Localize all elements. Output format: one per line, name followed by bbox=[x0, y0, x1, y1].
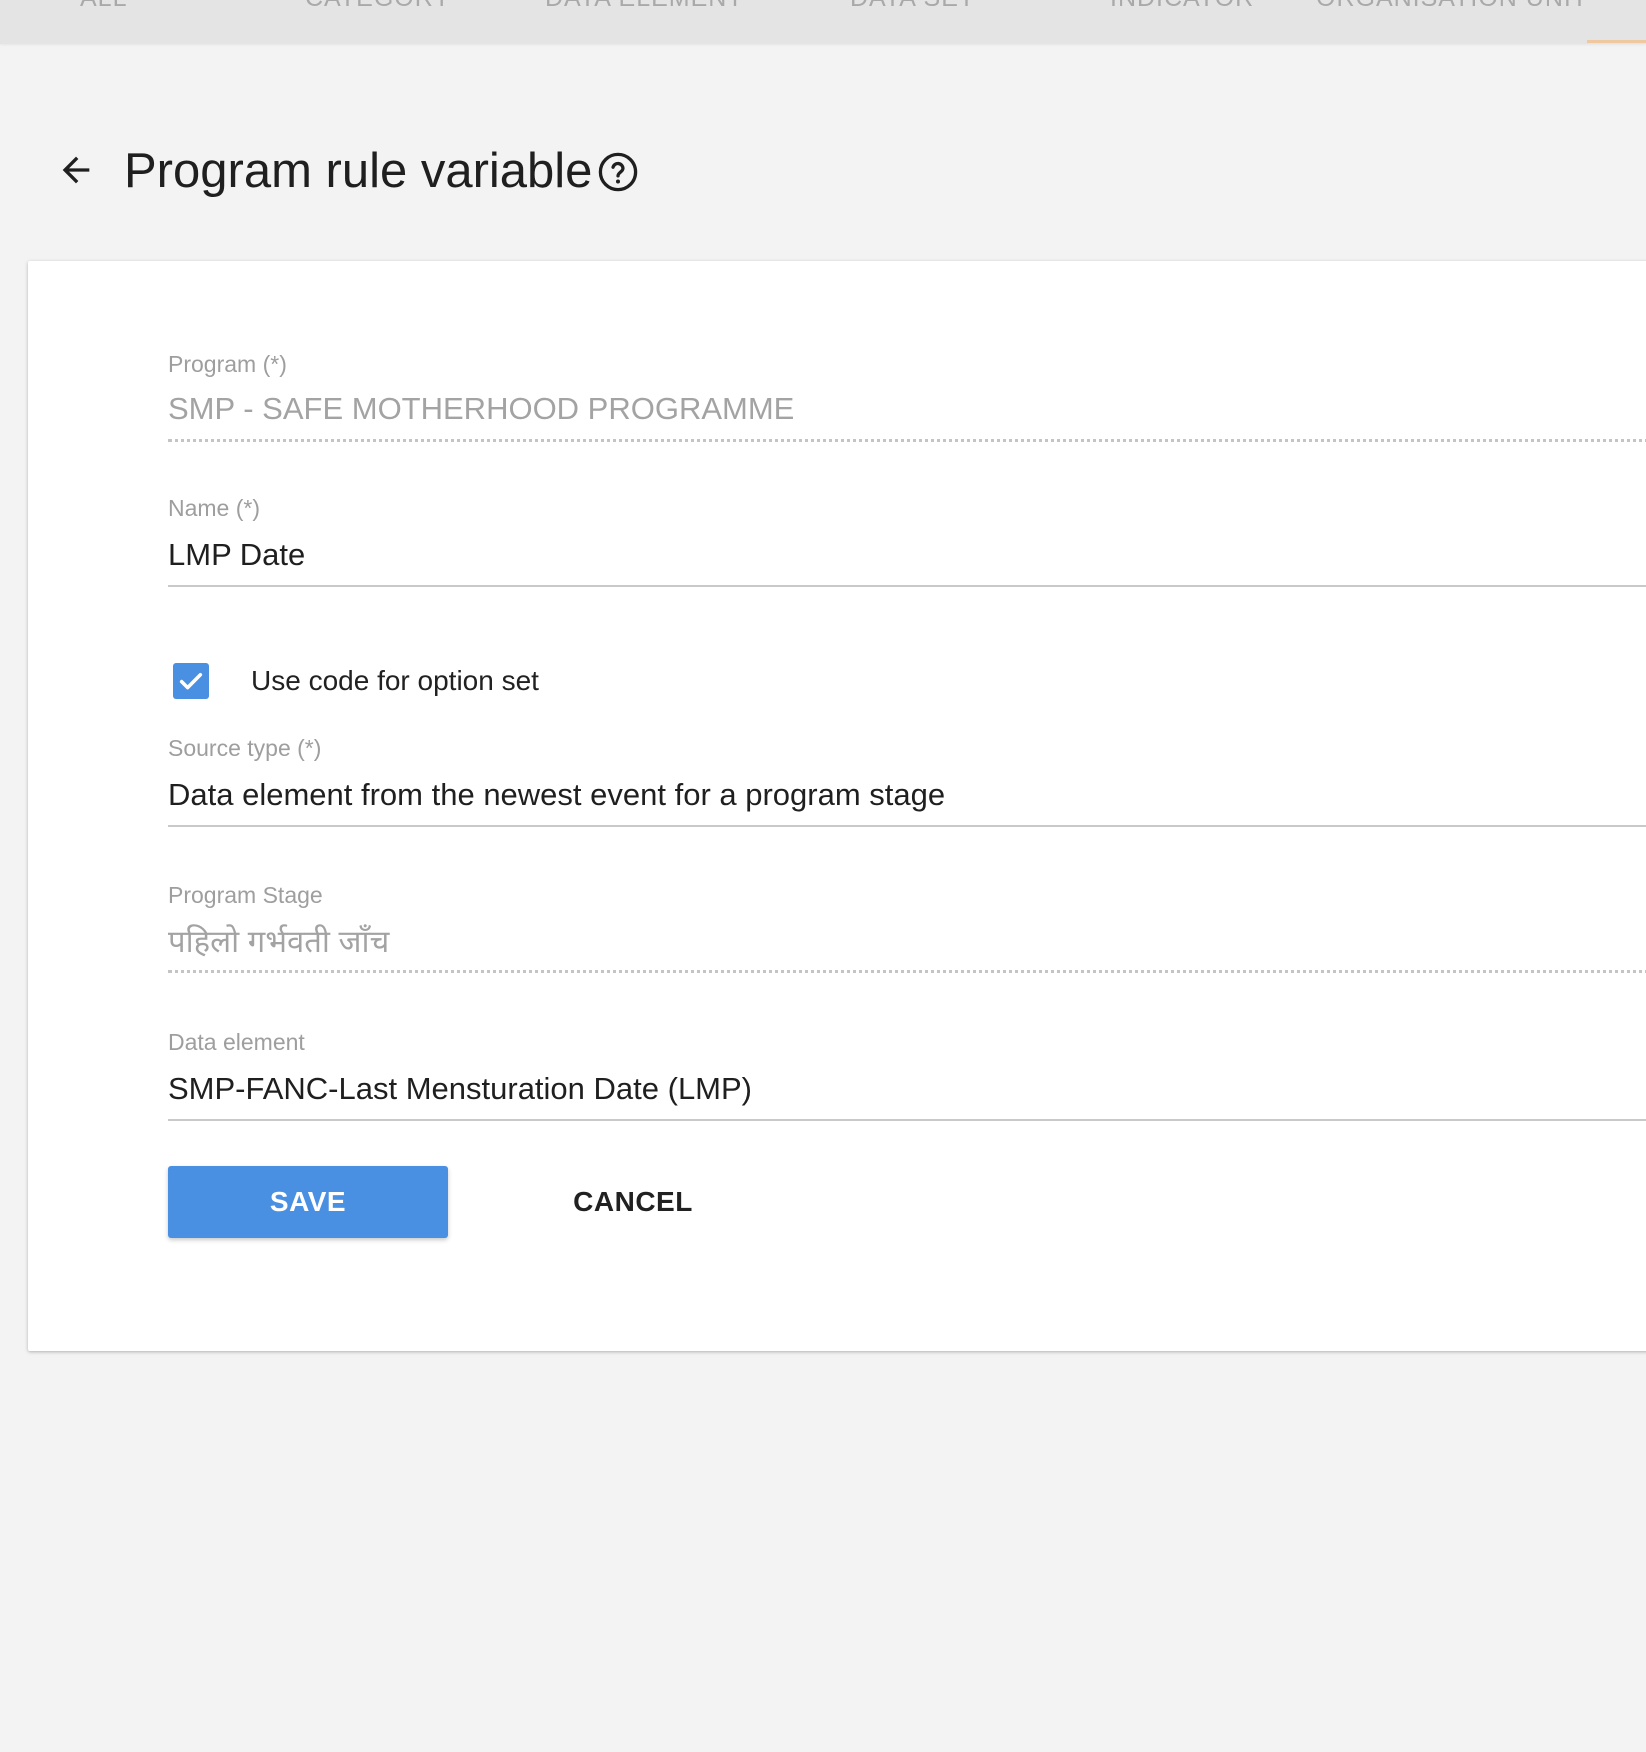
form-card: Program (*) SMP - SAFE MOTHERHOOD PROGRA… bbox=[28, 261, 1646, 1351]
checkbox-label: Use code for option set bbox=[251, 665, 539, 696]
name-label: Name (*) bbox=[168, 495, 261, 521]
source-type-underline bbox=[168, 825, 1646, 827]
program-stage-value: पहिलो गर्भवती जाँच bbox=[168, 924, 390, 959]
tab-data-element[interactable]: DATA ELEMENT bbox=[545, 0, 744, 13]
tab-data-set[interactable]: DATA SET bbox=[850, 0, 975, 13]
data-element-underline bbox=[168, 1119, 1646, 1121]
tab-organisation-unit[interactable]: ORGANISATION UNIT bbox=[1316, 0, 1588, 13]
source-type-label: Source type (*) bbox=[168, 735, 322, 761]
source-type-select[interactable]: Data element from the newest event for a… bbox=[168, 777, 945, 813]
program-value: SMP - SAFE MOTHERHOOD PROGRAMME bbox=[168, 391, 795, 426]
section-tab-bar: ALL CATEGORY DATA ELEMENT DATA SET INDIC… bbox=[0, 0, 1646, 44]
back-button[interactable] bbox=[52, 146, 100, 194]
cancel-button[interactable]: CANCEL bbox=[538, 1166, 728, 1238]
data-element-label: Data element bbox=[168, 1029, 305, 1055]
page-title: Program rule variable bbox=[124, 144, 593, 198]
program-label: Program (*) bbox=[168, 351, 287, 377]
check-icon bbox=[179, 673, 203, 690]
data-element-select[interactable]: SMP-FANC-Last Mensturation Date (LMP) bbox=[168, 1071, 752, 1107]
name-input[interactable]: LMP Date bbox=[168, 537, 305, 573]
tab-category[interactable]: CATEGORY bbox=[305, 0, 451, 13]
help-button[interactable] bbox=[594, 148, 642, 196]
program-stage-label: Program Stage bbox=[168, 882, 323, 908]
tab-all[interactable]: ALL bbox=[80, 0, 127, 13]
arrow-left-icon bbox=[62, 156, 90, 184]
checkbox-checked[interactable] bbox=[173, 663, 209, 699]
active-tab-indicator bbox=[1587, 40, 1646, 43]
name-underline bbox=[168, 585, 1646, 587]
program-stage-underline bbox=[168, 970, 1646, 973]
save-button[interactable]: SAVE bbox=[168, 1166, 448, 1238]
program-underline bbox=[168, 439, 1646, 442]
use-code-for-option-set-checkbox[interactable]: Use code for option set bbox=[173, 657, 539, 705]
tab-indicator[interactable]: INDICATOR bbox=[1110, 0, 1254, 13]
help-circle-icon bbox=[598, 152, 638, 192]
